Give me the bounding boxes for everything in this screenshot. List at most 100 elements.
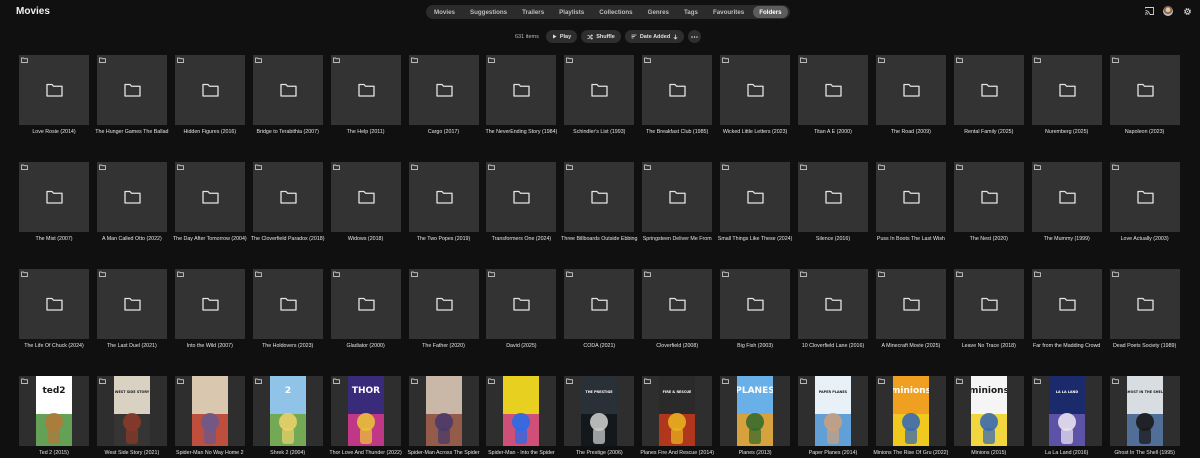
folder-tile[interactable]: Far from the Madding Crowd	[1031, 269, 1102, 349]
folder-title[interactable]: Minions The Rise Of Gru (2022)	[872, 450, 950, 456]
folder-title[interactable]: Small Things Like These (2024)	[716, 236, 794, 242]
folder-title[interactable]: 10 Cloverfield Lane (2016)	[794, 343, 872, 349]
folder-thumbnail[interactable]	[1031, 162, 1102, 232]
folder-thumbnail[interactable]	[720, 269, 791, 339]
folder-tile[interactable]: The NeverEnding Story (1984)	[485, 55, 557, 135]
folder-title[interactable]: Ghost In The Shell (1995)	[1106, 450, 1184, 456]
folder-title[interactable]: The Road (2009)	[872, 129, 950, 135]
folder-title[interactable]: Love Rosie (2014)	[15, 129, 93, 135]
folder-title[interactable]: The NeverEnding Story (1984)	[482, 129, 560, 135]
tab-movies[interactable]: Movies	[428, 6, 461, 18]
folder-thumbnail[interactable]	[486, 269, 557, 339]
folder-tile[interactable]: 2 Shrek 2 (2004)	[252, 376, 323, 456]
folder-thumbnail[interactable]	[19, 269, 89, 339]
folder-thumbnail[interactable]	[408, 269, 479, 339]
folder-thumbnail[interactable]	[953, 269, 1024, 339]
folder-thumbnail[interactable]	[96, 55, 167, 125]
tab-collections[interactable]: Collections	[593, 6, 638, 18]
folder-title[interactable]: Wicked Little Letters (2023)	[716, 129, 794, 135]
folder-title[interactable]: Titan A E (2000)	[794, 129, 872, 135]
folder-title[interactable]: Hidden Figures (2016)	[171, 129, 249, 135]
folder-thumbnail[interactable]	[642, 269, 713, 339]
poster-thumbnail[interactable]: GHOST IN THE SHELL	[1109, 376, 1180, 446]
tab-trailers[interactable]: Trailers	[516, 6, 550, 18]
folder-tile[interactable]: Cloverfield (2008)	[642, 269, 713, 349]
folder-tile[interactable]: The Mummy (1999)	[1031, 162, 1102, 242]
folder-thumbnail[interactable]	[1109, 269, 1180, 339]
folder-thumbnail[interactable]	[408, 162, 479, 232]
folder-title[interactable]: A Minecraft Movie (2025)	[872, 343, 950, 349]
folder-tile[interactable]: David (2025)	[486, 269, 557, 349]
folder-tile[interactable]: Rental Family (2025)	[953, 55, 1024, 135]
folder-tile[interactable]: The Last Duel (2021)	[96, 269, 167, 349]
folder-tile[interactable]: Bridge to Terabithia (2007)	[252, 55, 323, 135]
folder-tile[interactable]: Napoleon (2023)	[1109, 55, 1180, 135]
folder-tile[interactable]: GHOST IN THE SHELLGhost In The Shell (19…	[1109, 376, 1180, 456]
folder-thumbnail[interactable]	[875, 162, 946, 232]
folder-title[interactable]: A Man Called Otto (2022)	[93, 236, 171, 242]
cast-icon[interactable]	[1144, 6, 1154, 16]
folder-thumbnail[interactable]	[798, 55, 868, 125]
folder-tile[interactable]: Spider-Man - Into the Spider	[486, 376, 557, 456]
folder-title[interactable]: Far from the Madding Crowd	[1028, 343, 1106, 349]
folder-title[interactable]: Bridge to Terabithia (2007)	[249, 129, 327, 135]
folder-tile[interactable]: The Help (2011)	[330, 55, 401, 135]
folder-thumbnail[interactable]	[642, 162, 713, 232]
folder-thumbnail[interactable]	[798, 162, 868, 232]
folder-thumbnail[interactable]	[252, 162, 323, 232]
folder-tile[interactable]: Cargo (2017)	[408, 55, 479, 135]
folder-tile[interactable]: The Hunger Games The Ballad	[95, 55, 169, 135]
folder-thumbnail[interactable]	[19, 55, 89, 125]
folder-title[interactable]: Puss In Boots The Last Wish	[872, 236, 950, 242]
folder-tile[interactable]: LA LA LAND La La Land (2016)	[1031, 376, 1102, 456]
gear-icon[interactable]	[1182, 6, 1192, 16]
folder-tile[interactable]: The Holdovers (2023)	[252, 269, 323, 349]
poster-thumbnail[interactable]: PLANES	[720, 376, 791, 446]
folder-tile[interactable]: Schindler's List (1993)	[564, 55, 635, 135]
tab-playlists[interactable]: Playlists	[553, 6, 590, 18]
folder-tile[interactable]: Silence (2016)	[798, 162, 868, 242]
folder-title[interactable]: David (2025)	[482, 343, 560, 349]
folder-title[interactable]: The Holdovers (2023)	[249, 343, 327, 349]
folder-title[interactable]: The Day After Tomorrow (2004)	[171, 236, 249, 242]
folder-thumbnail[interactable]	[408, 55, 479, 125]
folder-tile[interactable]: CODA (2021)	[564, 269, 635, 349]
folder-thumbnail[interactable]	[642, 55, 713, 125]
folder-tile[interactable]: 10 Cloverfield Lane (2016)	[798, 269, 868, 349]
poster-thumbnail[interactable]	[486, 376, 557, 446]
folder-tile[interactable]: The Father (2020)	[408, 269, 479, 349]
folder-thumbnail[interactable]	[1109, 55, 1180, 125]
folder-title[interactable]: Cargo (2017)	[405, 129, 483, 135]
poster-thumbnail[interactable]: LA LA LAND	[1031, 376, 1102, 446]
folder-tile[interactable]: The Mist (2007)	[19, 162, 89, 242]
folder-tile[interactable]: Big Fish (2003)	[720, 269, 791, 349]
folder-title[interactable]: Springsteen Deliver Me From	[638, 236, 716, 242]
folder-thumbnail[interactable]	[953, 162, 1024, 232]
folder-title[interactable]: CODA (2021)	[560, 343, 638, 349]
folder-title[interactable]: Leave No Trace (2018)	[950, 343, 1028, 349]
folder-thumbnail[interactable]	[96, 269, 167, 339]
folder-tile[interactable]: Three Billboards Outside Ebbing	[561, 162, 637, 242]
poster-thumbnail[interactable]: THE PRESTIGE	[564, 376, 635, 446]
poster-thumbnail[interactable]: ted2	[19, 376, 89, 446]
folder-thumbnail[interactable]	[564, 162, 635, 232]
folder-tile[interactable]: The Nest (2020)	[953, 162, 1024, 242]
folder-thumbnail[interactable]	[174, 269, 245, 339]
folder-title[interactable]: Planes Fire And Rescue (2014)	[638, 450, 716, 456]
folder-tile[interactable]: The Two Popes (2019)	[408, 162, 479, 242]
folder-tile[interactable]: Widows (2018)	[330, 162, 401, 242]
folder-thumbnail[interactable]	[720, 162, 791, 232]
poster-thumbnail[interactable]: PAPER PLANES	[798, 376, 868, 446]
folder-tile[interactable]: THOR Thor Love And Thunder (2022)	[329, 376, 402, 456]
folder-tile[interactable]: Small Things Like These (2024)	[718, 162, 792, 242]
folder-tile[interactable]: Love Actually (2003)	[1109, 162, 1180, 242]
tab-tags[interactable]: Tags	[678, 6, 704, 18]
folder-thumbnail[interactable]	[564, 269, 635, 339]
folder-thumbnail[interactable]	[252, 269, 323, 339]
folder-tile[interactable]: Titan A E (2000)	[798, 55, 868, 135]
folder-title[interactable]: The Cloverfield Paradox (2018)	[249, 236, 327, 242]
folder-tile[interactable]: A Minecraft Movie (2025)	[875, 269, 946, 349]
folder-thumbnail[interactable]	[174, 162, 245, 232]
folder-tile[interactable]: Nuremberg (2025)	[1031, 55, 1102, 135]
play-button[interactable]: Play	[545, 30, 578, 43]
